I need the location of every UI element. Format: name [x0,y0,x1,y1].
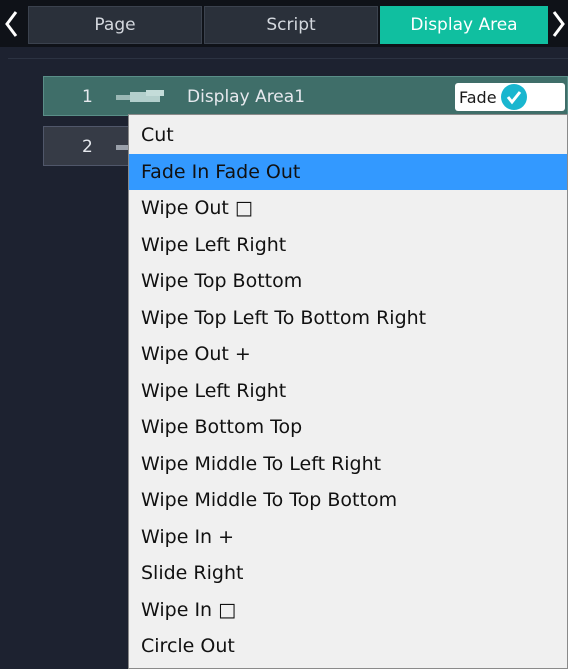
tab-scroll-right-button[interactable] [550,0,568,47]
menu-item-wipe-left-right[interactable]: Wipe Left Right [129,227,567,264]
row-number: 2 [82,137,93,157]
menu-item-slide-right[interactable]: Slide Right [129,555,567,592]
chevron-left-icon [5,10,18,37]
menu-item-wipe-in-plus[interactable]: Wipe In + [129,519,567,556]
transition-select[interactable]: Fade In [455,83,565,111]
check-icon [501,84,527,110]
transition-dropdown-menu: Cut Fade In Fade Out Wipe Out □ Wipe Lef… [128,114,568,669]
menu-item-fade-in-fade-out[interactable]: Fade In Fade Out [129,153,567,190]
divider [8,58,568,59]
menu-item-wipe-out-plus[interactable]: Wipe Out + [129,336,567,373]
menu-item-wipe-top-bottom[interactable]: Wipe Top Bottom [129,263,567,300]
menu-item-wipe-left-right-2[interactable]: Wipe Left Right [129,373,567,410]
menu-item-cut[interactable]: Cut [129,117,567,154]
tab-script[interactable]: Script [204,6,378,44]
chevron-right-icon [552,10,565,37]
tab-display-area[interactable]: Display Area [380,6,548,44]
menu-item-wipe-top-left-to-bottom-right[interactable]: Wipe Top Left To Bottom Right [129,300,567,337]
menu-item-wipe-bottom-top[interactable]: Wipe Bottom Top [129,409,567,446]
tab-page[interactable]: Page [28,6,202,44]
row-number: 1 [82,87,93,107]
tab-bar: Page Script Display Area [0,0,568,47]
tab-scroll-left-button[interactable] [0,0,22,47]
menu-item-wipe-out-square[interactable]: Wipe Out □ [129,190,567,227]
display-area-thumbnail-icon [116,90,164,102]
menu-item-wipe-middle-to-top-bottom[interactable]: Wipe Middle To Top Bottom [129,482,567,519]
menu-item-wipe-in-square[interactable]: Wipe In □ [129,592,567,629]
display-area-row[interactable]: 1 Display Area1 Fade In [43,76,568,116]
display-area-name: Display Area1 [187,87,306,107]
menu-item-wipe-middle-to-left-right[interactable]: Wipe Middle To Left Right [129,446,567,483]
menu-item-circle-out[interactable]: Circle Out [129,628,567,665]
